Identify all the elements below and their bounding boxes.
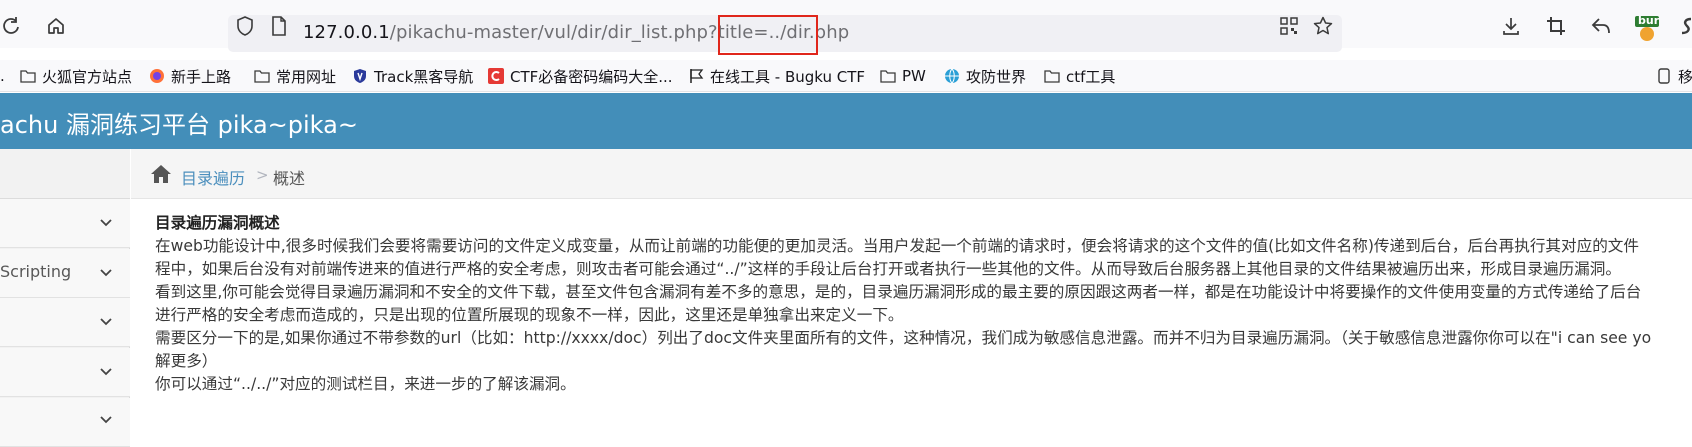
chevron-down-icon	[100, 368, 112, 376]
sidebar-item-xss[interactable]: Scripting	[0, 249, 130, 298]
sidebar-item[interactable]	[0, 398, 130, 447]
content-line: 程中，如果后台没有对前端传进来的值进行严格的安全考虑，则攻击者可能会通过“../…	[155, 260, 1621, 278]
bookmark-item[interactable]: Track黑客导航	[352, 66, 473, 86]
folder-icon	[254, 68, 270, 84]
bookmark-overflow-dot: .	[0, 67, 5, 85]
bookmark-item[interactable]: ctf工具	[1044, 66, 1115, 86]
breadcrumb-separator: >	[256, 166, 269, 184]
screenshot-crop-icon[interactable]	[1545, 15, 1567, 37]
tracking-shield-icon[interactable]	[234, 15, 256, 37]
folder-icon	[20, 68, 36, 84]
undo-arrow-icon[interactable]	[1590, 15, 1612, 37]
chevron-down-icon	[100, 318, 112, 326]
content-line: 在web功能设计中,很多时候我们会要将需要访问的文件定义成变量，从而让前端的功能…	[155, 237, 1639, 255]
sidebar-top	[0, 149, 130, 199]
page-info-icon[interactable]	[268, 15, 290, 37]
content-line: 解更多）	[155, 352, 218, 370]
main-content: 目录遍历漏洞概述 在web功能设计中,很多时候我们会要将需要访问的文件定义成变量…	[155, 212, 1692, 396]
content-line: 需要区分一下的是,如果你通过不带参数的url（比如：http://xxxx/do…	[155, 329, 1652, 347]
url-path: /pikachu-master/vul/dir/dir_list.php?tit…	[389, 22, 769, 43]
home-icon[interactable]	[45, 15, 67, 37]
globe-icon	[944, 68, 960, 84]
downloads-icon[interactable]	[1500, 15, 1522, 37]
bookmark-item[interactable]: CTF必备密码编码大全...	[488, 66, 673, 86]
more-menu-icon[interactable]	[1676, 15, 1692, 37]
mobile-bookmarks[interactable]: 移	[1656, 66, 1692, 86]
content-heading: 目录遍历漏洞概述	[155, 214, 280, 232]
bookmark-item[interactable]: 攻防世界	[944, 66, 1026, 86]
content-line: 进行严格的安全考虑而造成的，只是出现的位置所展现的现象不一样，因此，这里还是单独…	[155, 306, 904, 324]
flag-icon	[688, 68, 704, 84]
bookmark-item[interactable]: PW	[880, 66, 926, 86]
highlight-annotation-box	[718, 15, 818, 55]
home-icon[interactable]	[150, 164, 172, 184]
reload-icon[interactable]	[0, 15, 22, 37]
bookmark-item[interactable]: 火狐官方站点	[20, 66, 132, 86]
bookmark-item[interactable]: 新手上路	[149, 66, 231, 86]
ctf-c-icon	[488, 68, 504, 84]
breadcrumb-current: 概述	[273, 169, 306, 188]
qr-code-icon[interactable]	[1278, 15, 1300, 37]
chevron-down-icon	[100, 416, 112, 424]
content-line: 你可以通过“../../”对应的测试栏目，来进一步的了解该漏洞。	[155, 375, 576, 393]
content-line: 看到这里,你可能会觉得目录遍历漏洞和不安全的文件下载，甚至文件包含漏洞有差不多的…	[155, 283, 1642, 301]
folder-icon	[1044, 68, 1060, 84]
bookmark-item[interactable]: 常用网址	[254, 66, 336, 86]
chevron-down-icon	[100, 219, 112, 227]
sidebar-item[interactable]	[0, 348, 130, 397]
mobile-device-icon	[1656, 68, 1672, 84]
breadcrumb-link[interactable]: 目录遍历	[181, 165, 245, 189]
chevron-down-icon	[100, 269, 112, 277]
bookmark-item[interactable]: 在线工具 - Bugku CTF	[688, 66, 865, 86]
track-shield-icon	[352, 68, 368, 84]
breadcrumb	[131, 149, 1692, 199]
sidebar-item[interactable]	[0, 298, 130, 347]
burp-extension-icon[interactable]: bur	[1633, 14, 1661, 41]
site-title[interactable]: achu 漏洞练习平台 pika~pika~	[0, 105, 358, 140]
bookmark-star-icon[interactable]	[1312, 15, 1334, 37]
firefox-icon	[149, 68, 165, 84]
extension-badge-text: bur	[1638, 14, 1660, 27]
url-host: 127.0.0.1	[303, 22, 390, 43]
sidebar-item[interactable]	[0, 199, 130, 248]
folder-icon	[880, 68, 896, 84]
